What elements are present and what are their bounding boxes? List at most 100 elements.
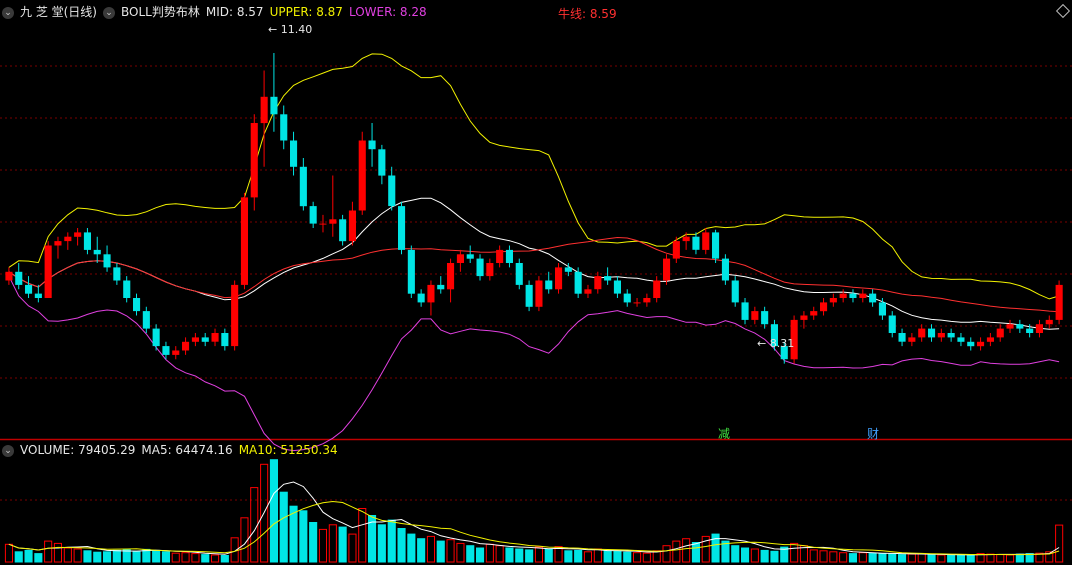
reduction-marker[interactable]: 减 <box>717 425 731 442</box>
volume-bar <box>937 554 946 563</box>
candle-body <box>25 284 33 294</box>
candle-body <box>515 263 523 285</box>
volume-bar <box>53 542 63 563</box>
candle-body <box>633 302 641 304</box>
volume-bar <box>515 548 524 563</box>
candle-body <box>201 337 209 342</box>
candle-body <box>348 210 356 242</box>
volume-bar <box>760 549 769 563</box>
volume-bar <box>878 553 887 563</box>
candle-body <box>535 280 543 307</box>
volume-toggle-icon[interactable]: ⌄ <box>2 444 14 457</box>
candle-body <box>398 206 406 250</box>
candle-body <box>1035 324 1043 333</box>
candle-body <box>191 337 199 342</box>
volume-bar <box>593 548 602 563</box>
candle-body <box>829 298 837 303</box>
candle-body <box>977 341 985 347</box>
candle-body <box>309 206 317 224</box>
volume-bar <box>790 542 799 563</box>
upper-value: UPPER: 8.87 <box>269 5 343 19</box>
candle-body <box>299 166 307 207</box>
volume-bar <box>73 548 82 563</box>
candle-body <box>172 350 180 355</box>
collapse-icon[interactable]: ⌄ <box>2 6 14 19</box>
volume-bar <box>142 548 151 563</box>
candle-body <box>407 249 415 294</box>
candle-body <box>466 254 474 259</box>
lower-value: LOWER: 8.28 <box>348 5 427 19</box>
volume-bar <box>220 555 229 563</box>
candle-body <box>564 267 572 272</box>
volume-bar <box>397 528 406 563</box>
candle-body <box>34 293 42 298</box>
boll-mid-line <box>8 197 1060 330</box>
candle-body <box>555 267 563 290</box>
finance-marker[interactable]: 财 <box>866 425 880 442</box>
main-legend: ⌄ 九 芝 堂(日线) ⌄ BOLL判势布林 MID: 8.57 UPPER: 8.87 L… <box>2 5 433 19</box>
volume-bar <box>4 543 13 563</box>
candle-body <box>898 333 906 342</box>
volume-bar <box>387 519 396 563</box>
candle-body <box>456 254 464 263</box>
volume-bar <box>476 547 485 563</box>
candle-body <box>1045 319 1053 325</box>
candle-body <box>44 245 52 298</box>
volume-bar <box>603 550 612 563</box>
volume-bar <box>44 540 53 563</box>
volume-bar <box>662 545 671 563</box>
candle-body <box>751 311 759 320</box>
candle-body <box>928 328 936 338</box>
volume-bar <box>956 554 966 563</box>
volume-bar <box>377 524 386 563</box>
volume-bar <box>544 548 553 563</box>
volume-bar <box>132 550 141 563</box>
volume-bar <box>898 554 907 563</box>
candle-body <box>329 219 337 224</box>
candle-body <box>1026 328 1034 333</box>
volume-bar <box>1006 554 1015 563</box>
high-price-label: 11.40 <box>280 23 313 36</box>
candle-body <box>918 328 926 338</box>
volume-bar <box>848 553 858 563</box>
chart-canvas[interactable] <box>0 0 1072 565</box>
candle-body <box>211 333 219 342</box>
volume-bar <box>485 543 494 563</box>
volume-bar <box>839 552 848 563</box>
candle-body <box>83 232 91 250</box>
candle-body <box>496 249 504 263</box>
volume-bar <box>583 551 593 563</box>
candle-body <box>878 302 886 316</box>
volume-value: VOLUME: 79405.29 <box>20 443 136 457</box>
candle-body <box>761 311 769 325</box>
volume-ma5-line <box>8 481 1060 556</box>
candle-body <box>476 258 484 277</box>
candle-body <box>623 293 631 303</box>
candle-body <box>712 232 720 259</box>
volume-bar <box>309 522 318 563</box>
candle-body <box>5 271 13 281</box>
indicator-toggle-icon[interactable]: ⌄ <box>103 6 115 19</box>
candle-body <box>672 241 680 259</box>
volume-bar <box>358 508 367 563</box>
candle-body <box>908 337 916 342</box>
ma10-value: MA10: 51250.34 <box>238 443 338 457</box>
candle-body <box>731 280 739 303</box>
volume-bar <box>633 552 642 563</box>
candle-body <box>986 337 994 342</box>
candle-body <box>643 298 651 303</box>
volume-bar <box>171 552 180 563</box>
candle-body <box>427 284 435 303</box>
volume-bar <box>14 551 23 563</box>
candle-body <box>1006 324 1014 329</box>
volume-legend: ⌄ VOLUME: 79405.29 MA5: 64474.16 MA10: 5125… <box>2 443 344 457</box>
volume-bar <box>201 554 210 563</box>
volume-bar <box>574 549 583 563</box>
volume-bar <box>868 552 877 563</box>
volume-bar <box>466 545 475 563</box>
candle-body <box>849 293 857 298</box>
volume-bar <box>446 539 455 563</box>
candle-body <box>594 276 602 290</box>
candle-body <box>967 341 975 347</box>
candle-body <box>653 280 661 298</box>
